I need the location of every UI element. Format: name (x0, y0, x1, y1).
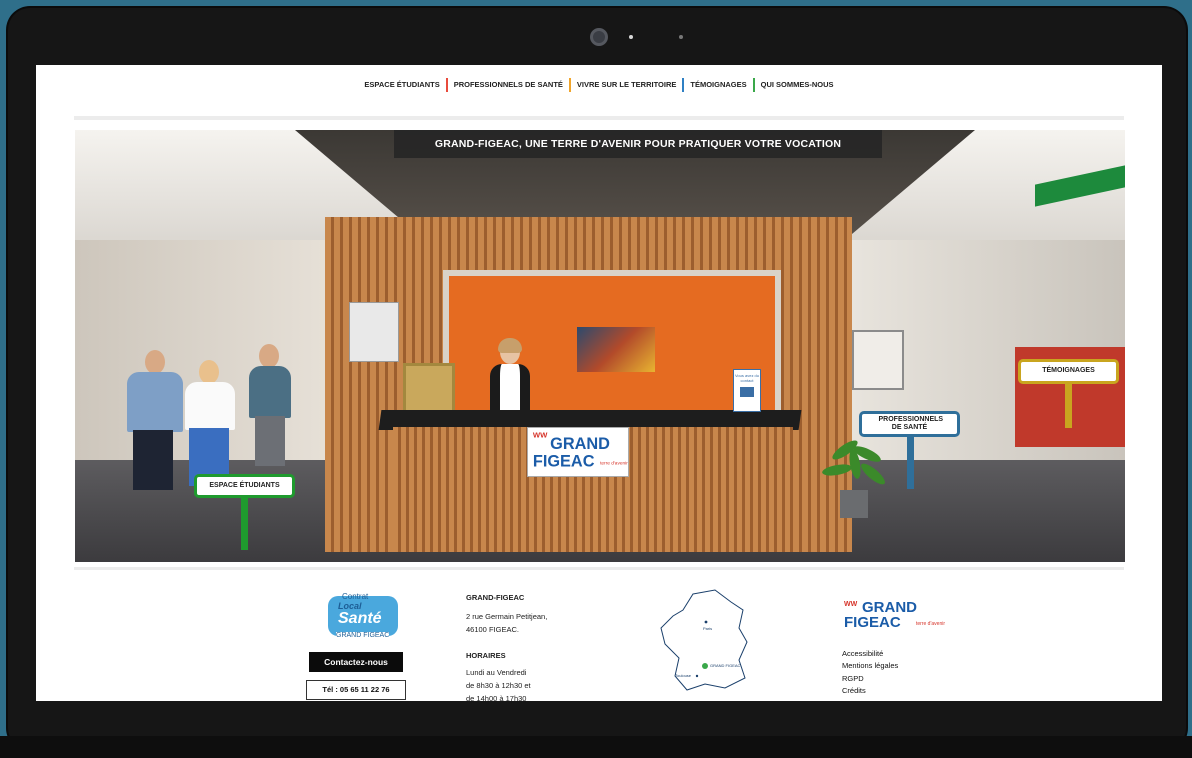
framed-certificate (349, 302, 399, 362)
tv-screen (577, 327, 655, 372)
main-nav: ESPACE ÉTUDIANTS PROFESSIONNELS DE SANTÉ… (36, 65, 1162, 105)
hero-title: GRAND-FIGEAC, UNE TERRE D'AVENIR POUR PR… (394, 130, 882, 158)
hotspot-stem (1065, 384, 1072, 428)
cls-sante-text: Local Santé (338, 602, 382, 628)
hours-line: Lundi au Vendredi (466, 668, 527, 677)
svg-text:WW: WW (533, 431, 548, 440)
map-paris-label: Paris (703, 626, 712, 631)
hotspot-temoignages[interactable]: TÉMOIGNAGES (1018, 359, 1119, 384)
logo-grand-text: GRAND (550, 435, 610, 453)
nav-vivre-territoire[interactable]: VIVRE SUR LE TERRITOIRE (571, 78, 682, 92)
receptionist-figure (485, 338, 535, 415)
nav-divider (74, 116, 1124, 120)
link-accessibilite[interactable]: Accessibilité (842, 648, 898, 660)
contact-sign-text: Vous avez du contact (734, 373, 760, 383)
link-mentions-legales[interactable]: Mentions légales (842, 660, 898, 672)
hotspot-stem (241, 498, 248, 550)
france-map: Paris GRAND FIGEAC Toulouse (660, 589, 748, 691)
screen: ESPACE ÉTUDIANTS PROFESSIONNELS DE SANTÉ… (36, 65, 1162, 701)
hotspot-label: PROFESSIONNELS DE SANTÉ (878, 415, 944, 431)
gf-figeac-text: FIGEAC (844, 614, 901, 630)
cls-local-text: Local (338, 601, 362, 611)
hours-line: de 14h00 à 17h30 (466, 693, 527, 702)
logo-figeac-text: FIGEAC (533, 452, 595, 470)
footer: Contrat Local Santé GRAND FIGEAC Contacte… (36, 570, 1162, 701)
logo-tagline: terre d'avenir (600, 460, 628, 466)
gf-tagline: terre d'avenir (916, 621, 945, 627)
cls-grandfigeac-text: GRAND FIGEAC (336, 632, 390, 639)
address-line: 2 rue Germain Petitjean, (466, 611, 548, 621)
plant (820, 435, 890, 520)
cls-contrat-text: Contrat (342, 592, 369, 601)
hotspot-label: TÉMOIGNAGES (1042, 367, 1095, 375)
address-block: GRAND-FIGEAC 2 rue Germain Petitjean, 46… (466, 592, 616, 701)
link-credits[interactable]: Crédits (842, 685, 898, 697)
footer-links: Accessibilité Mentions légales RGPD Créd… (842, 648, 898, 698)
map-toulouse-label: Toulouse (675, 673, 692, 678)
virtual-tour-panorama[interactable]: Vous avez du contact WW GRAND FIGEAC ter… (75, 130, 1125, 562)
map-gf-label: GRAND FIGEAC (710, 663, 741, 668)
address-line: 46100 FIGEAC. (466, 624, 519, 634)
hours-title: HORAIRES (466, 651, 506, 661)
svg-text:WW: WW (844, 601, 858, 608)
contact-button[interactable]: Contactez-nous (309, 652, 403, 672)
hours-line: de 8h30 à 12h30 et (466, 680, 531, 690)
scene-cabinet (852, 330, 904, 390)
cls-sante-word: Santé (338, 610, 382, 627)
org-title: GRAND-FIGEAC (466, 593, 525, 602)
grand-figeac-logo: WW GRAND FIGEAC terre d'avenir (527, 427, 629, 477)
nav-espace-etudiants[interactable]: ESPACE ÉTUDIANTS (358, 78, 445, 92)
link-rgpd[interactable]: RGPD (842, 673, 898, 685)
sensor-dot (629, 35, 633, 39)
contrat-local-sante-logo: Contrat Local Santé GRAND FIGEAC (308, 592, 404, 652)
hotspot-stem (907, 437, 914, 489)
webcam-icon (590, 28, 608, 46)
hotspot-espace-etudiants[interactable]: ESPACE ÉTUDIANTS (194, 474, 295, 498)
nav-professionnels-sante[interactable]: PROFESSIONNELS DE SANTÉ (448, 78, 569, 92)
hotspot-label: ESPACE ÉTUDIANTS (209, 481, 280, 489)
hotspot-professionnels-sante[interactable]: PROFESSIONNELS DE SANTÉ (859, 411, 960, 437)
sensor-dot (679, 35, 683, 39)
nav-qui-sommes-nous[interactable]: QUI SOMMES-NOUS (755, 78, 840, 92)
phone-button[interactable]: Tél : 05 65 11 22 76 (306, 680, 406, 700)
laptop-base (0, 736, 1192, 758)
nav-temoignages[interactable]: TÉMOIGNAGES (684, 78, 752, 92)
grand-figeac-footer-logo: WW GRAND FIGEAC terre d'avenir (844, 599, 945, 630)
contact-sign: Vous avez du contact (733, 369, 761, 412)
